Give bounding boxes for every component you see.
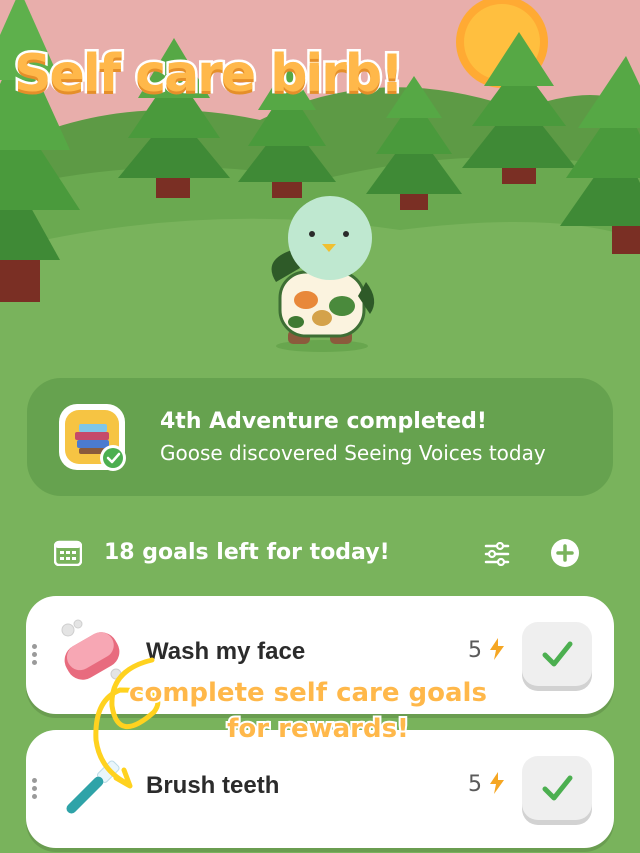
goal-label: Wash my face <box>146 638 306 665</box>
checkmark-icon <box>542 641 573 667</box>
toothbrush-icon <box>66 760 120 814</box>
drag-handle-icon[interactable] <box>32 778 38 802</box>
filter-sliders-icon[interactable] <box>484 542 510 566</box>
annotation-line-1: complete self care goals <box>127 676 489 710</box>
adventure-subtitle: Goose discovered Seeing Voices today <box>160 441 546 465</box>
reward-points: 5 <box>468 638 505 663</box>
adventure-title: 4th Adventure completed! <box>160 409 487 434</box>
lightning-bolt-icon <box>490 638 504 660</box>
add-goal-icon[interactable] <box>550 538 580 568</box>
goal-label: Brush teeth <box>146 772 280 799</box>
books-badge-icon <box>59 404 126 471</box>
drag-handle-icon[interactable] <box>32 644 38 668</box>
reward-points: 5 <box>468 772 505 797</box>
checkmark-icon <box>542 775 573 801</box>
complete-goal-button[interactable] <box>522 756 592 820</box>
goals-header: 18 goals left for today! <box>0 534 640 574</box>
goals-left-summary: 18 goals left for today! <box>104 540 390 565</box>
calendar-icon[interactable] <box>54 540 82 566</box>
annotation-line-2: for rewards! <box>225 712 411 746</box>
goal-card-brush-teeth[interactable]: Brush teeth 5 <box>26 730 614 848</box>
complete-goal-button[interactable] <box>522 622 592 686</box>
app-title: Self care birb! <box>12 42 407 107</box>
lightning-bolt-icon <box>490 772 504 794</box>
adventure-card[interactable]: 4th Adventure completed! Goose discovere… <box>27 378 613 496</box>
